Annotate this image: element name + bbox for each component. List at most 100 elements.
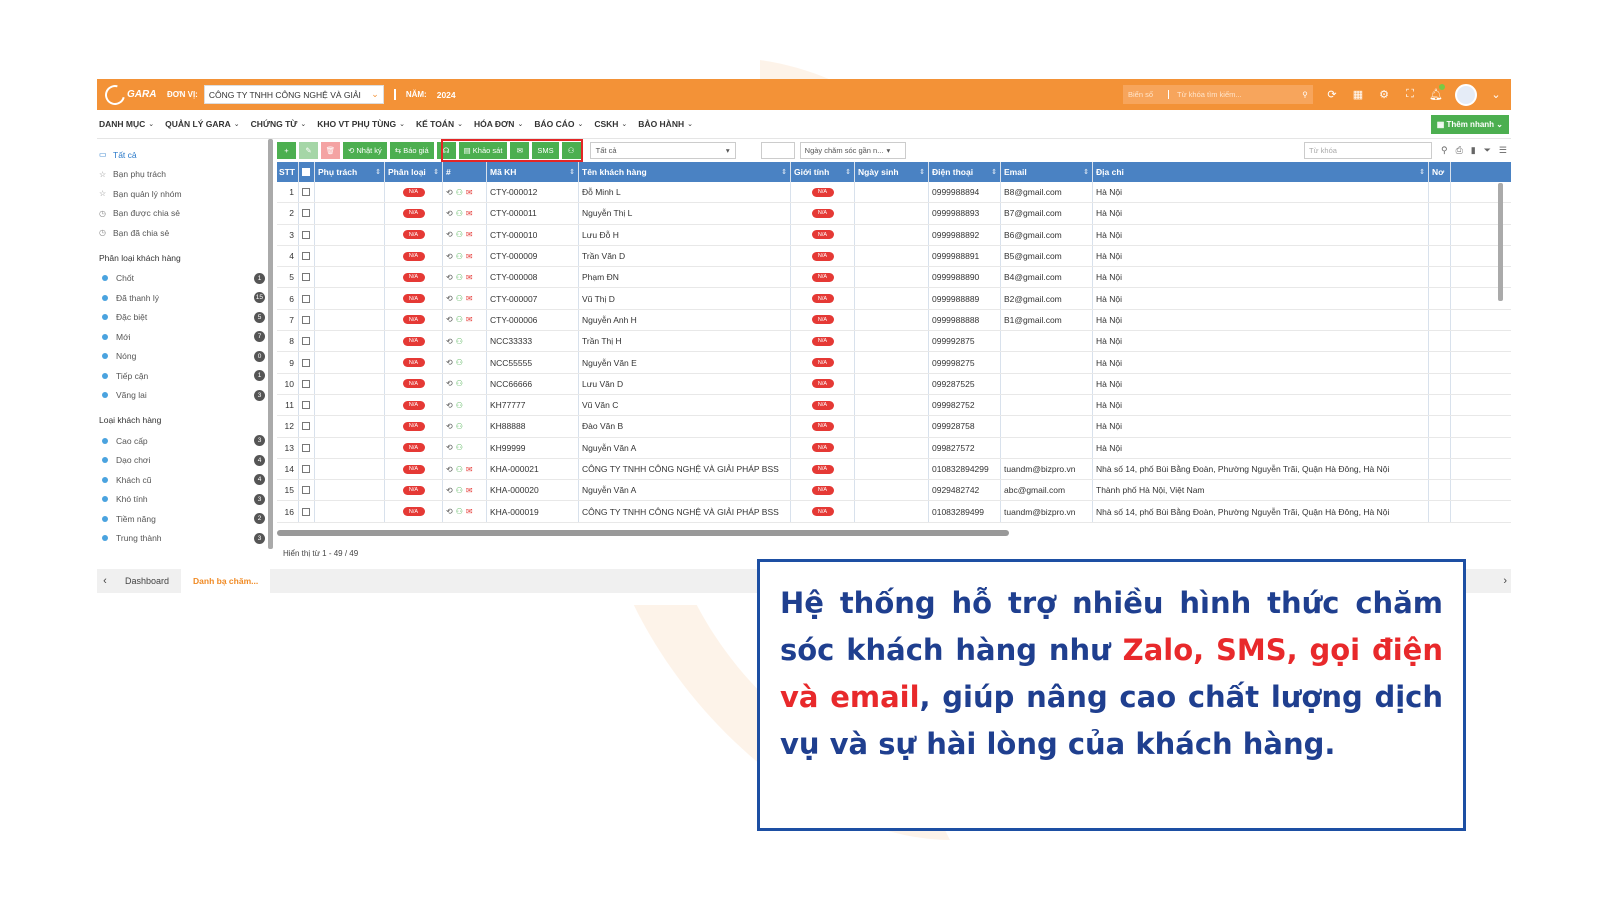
chat-icon[interactable]: ⚇ (456, 379, 463, 388)
chat-icon[interactable]: ⚇ (456, 507, 463, 516)
filter-select[interactable]: Tất cả ▾ (589, 142, 736, 159)
diary-button[interactable]: ⟲ Nhật ký (343, 142, 387, 159)
cell-select[interactable] (299, 245, 315, 267)
history-icon[interactable]: ⟲ (446, 358, 453, 367)
table-vertical-scrollbar[interactable] (1498, 183, 1503, 301)
chat-icon[interactable]: ⚇ (456, 209, 463, 218)
fullscreen-icon[interactable]: ⛶ (1403, 88, 1417, 102)
add-button[interactable]: + (277, 142, 296, 159)
sidebar-item-tiep-can[interactable]: Tiếp cận 1 (97, 366, 273, 386)
sidebar-item-all[interactable]: ▭ Tất cả (97, 145, 273, 165)
checkbox[interactable] (302, 379, 310, 388)
menu-bao-hanh[interactable]: BẢO HÀNH ⌄ (638, 119, 693, 129)
cell-select[interactable] (299, 394, 315, 416)
cell-select[interactable] (299, 309, 315, 331)
year-value[interactable]: 2024 (437, 90, 456, 100)
header-email[interactable]: Email ⇕ (1001, 162, 1093, 182)
avatar[interactable] (1455, 83, 1477, 106)
table-row[interactable]: 15 N/A ⟲ ⚇ ✉ KHA-000020 Nguyễn Văn A N/A 0929482… (277, 480, 1511, 502)
history-icon[interactable]: ⟲ (446, 486, 453, 495)
sidebar-item-group[interactable]: ☆ Bạn quản lý nhóm (97, 184, 273, 204)
table-row[interactable]: 12 N/A ⟲ ⚇ KH88888 Đào Văn B N/A 099928758 Hà Nộ… (277, 416, 1511, 438)
menu-chung-tu[interactable]: CHỨNG TỪ ⌄ (251, 119, 307, 129)
sidebar-item-khach-cu[interactable]: Khách cũ 4 (97, 470, 273, 490)
checkbox[interactable] (302, 486, 310, 495)
sidebar-item-chot[interactable]: Chốt 1 (97, 269, 273, 289)
checkbox[interactable] (302, 209, 310, 218)
header-gioi-tinh[interactable]: Giới tính ⇕ (791, 162, 855, 182)
mail-icon[interactable]: ✉ (466, 294, 473, 303)
header-stt[interactable]: STT (277, 162, 299, 182)
sidebar-item-tiem-nang[interactable]: Tiềm năng 2 (97, 509, 273, 529)
chat-icon[interactable]: ⚇ (456, 358, 463, 367)
tab-dashboard[interactable]: Dashboard (113, 569, 181, 593)
chevron-down-icon[interactable]: ⌄ (1489, 88, 1503, 102)
table-row[interactable]: 9 N/A ⟲ ⚇ NCC55555 Nguyễn Văn E N/A 099998275 Hà… (277, 352, 1511, 374)
edit-button[interactable]: ✎ (299, 142, 318, 159)
chat-icon[interactable]: ⚇ (456, 273, 463, 282)
date-filter-select[interactable]: Ngày chăm sóc gần n... ▾ (799, 142, 906, 159)
history-icon[interactable]: ⟲ (446, 294, 453, 303)
chat-icon[interactable]: ⚇ (456, 422, 463, 431)
search-icon[interactable]: ⚲ (1441, 145, 1448, 156)
delete-button[interactable]: 🗑︎ (321, 142, 340, 159)
cell-select[interactable] (299, 501, 315, 522)
menu-quan-ly-gara[interactable]: QUẢN LÝ GARA ⌄ (165, 119, 240, 129)
cell-select[interactable] (299, 224, 315, 245)
sidebar-item-da-thanh-ly[interactable]: Đã thanh lý 15 (97, 288, 273, 308)
cell-select[interactable] (299, 182, 315, 203)
table-row[interactable]: 16 N/A ⟲ ⚇ ✉ KHA-000019 CÔNG TY TNHH CÔNG NGHỆ… (277, 501, 1511, 523)
checkbox[interactable] (302, 168, 310, 176)
header-ten-kh[interactable]: Tên khách hàng ⇕ (579, 162, 791, 182)
history-icon[interactable]: ⟲ (446, 422, 453, 431)
header-ma-kh[interactable]: Mã KH ⇕ (487, 162, 579, 182)
checkbox[interactable] (302, 507, 310, 516)
checkbox[interactable] (302, 465, 310, 473)
sidebar-item-trung-thanh[interactable]: Trung thành 3 (97, 529, 273, 549)
search-input[interactable]: Từ khóa tìm kiếm... (1169, 90, 1297, 99)
cell-select[interactable] (299, 480, 315, 501)
sidebar-item-kho-tinh[interactable]: Khó tính 3 (97, 490, 273, 510)
cell-select[interactable] (299, 288, 315, 309)
cell-select[interactable] (299, 437, 315, 458)
chat-icon[interactable]: ⚇ (456, 252, 463, 261)
mail-icon[interactable]: ✉ (466, 252, 473, 261)
top-search[interactable]: Biển số Từ khóa tìm kiếm... ⚲ (1123, 85, 1313, 104)
chat-icon[interactable]: ⚇ (456, 401, 463, 410)
gear-icon[interactable]: ⚙ (1377, 88, 1391, 102)
cell-select[interactable] (299, 331, 315, 352)
sidebar-item-dao-choi[interactable]: Dạo chơi 4 (97, 451, 273, 471)
history-icon[interactable]: ⟲ (446, 443, 453, 452)
chat-icon[interactable]: ⚇ (456, 443, 463, 452)
quote-button[interactable]: ⇆ Báo giá (389, 142, 434, 159)
table-horizontal-scrollbar[interactable] (277, 530, 1009, 536)
menu-danh-muc[interactable]: DANH MỤC ⌄ (99, 119, 154, 129)
chat-icon[interactable]: ⚇ (456, 315, 463, 324)
sidebar-item-cao-cap[interactable]: Cao cấp 3 (97, 431, 273, 451)
sidebar-item-vang-lai[interactable]: Vãng lai 3 (97, 386, 273, 406)
apps-grid-icon[interactable]: ▦ (1351, 88, 1365, 102)
mail-icon[interactable]: ✉ (466, 230, 473, 239)
history-icon[interactable]: ⟲ (446, 465, 453, 474)
sidebar-item-shared-by[interactable]: ◷ Bạn đã chia sẻ (97, 223, 273, 243)
history-icon[interactable]: ⟲ (446, 188, 453, 197)
table-row[interactable]: 13 N/A ⟲ ⚇ KH99999 Nguyễn Văn A N/A 099827572 Hà… (277, 437, 1511, 459)
chat-icon[interactable]: ⚇ (456, 230, 463, 239)
table-row[interactable]: 6 N/A ⟲ ⚇ ✉ CTY-000007 Vũ Thị D N/A 0999988889 B2… (277, 288, 1511, 310)
history-icon[interactable]: ⟲ (446, 230, 453, 239)
sidebar-item-dac-biet[interactable]: Đặc biệt 5 (97, 308, 273, 328)
cell-select[interactable] (299, 458, 315, 480)
menu-cskh[interactable]: CSKH ⌄ (594, 119, 627, 129)
history-icon[interactable]: ⟲ (446, 209, 453, 218)
checkbox[interactable] (302, 230, 310, 239)
mail-icon[interactable]: ✉ (466, 209, 473, 218)
print-icon[interactable]: ⎙ (1456, 145, 1463, 156)
mail-icon[interactable]: ✉ (466, 507, 473, 516)
bookmark-icon[interactable]: ▮ (1471, 145, 1476, 156)
header-select-all[interactable] (299, 162, 315, 182)
header-dien-thoai[interactable]: Điện thoại ⇕ (929, 162, 1001, 182)
chat-icon[interactable]: ⚇ (456, 294, 463, 303)
menu-hoa-don[interactable]: HÓA ĐƠN ⌄ (474, 119, 523, 129)
table-row[interactable]: 2 N/A ⟲ ⚇ ✉ CTY-000011 Nguyễn Thị L N/A 09999888… (277, 203, 1511, 225)
bell-icon[interactable]: 🔔︎ (1429, 83, 1445, 102)
